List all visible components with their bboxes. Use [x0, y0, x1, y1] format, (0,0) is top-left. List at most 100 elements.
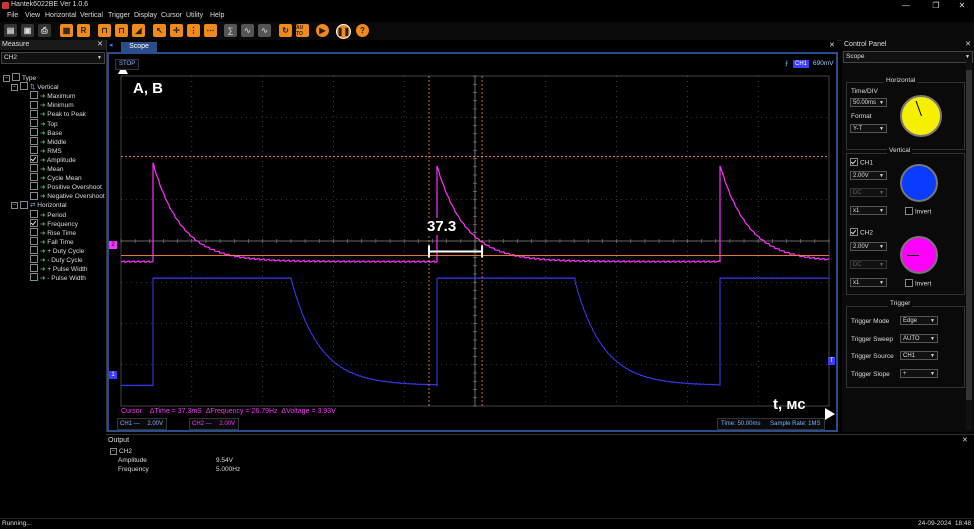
measure-checkbox[interactable] — [30, 173, 38, 182]
ch1-invert-checkbox[interactable] — [905, 207, 913, 215]
cross-cursor-icon[interactable]: ✛ — [170, 24, 183, 37]
ch2-coupling-select[interactable]: DC ▼ — [850, 260, 887, 269]
measure-checkbox[interactable] — [30, 227, 38, 236]
measure-item[interactable]: ➜ Negative Overshoot — [30, 191, 105, 201]
horizontal-cursor-icon[interactable]: ⋯ — [204, 24, 217, 37]
pulse-negative-icon[interactable]: ⊓ — [115, 24, 128, 37]
control-panel-scrollbar[interactable] — [966, 62, 972, 430]
measure-item[interactable]: ➜ + Pulse Width — [30, 264, 88, 274]
collapse-icon[interactable]: − — [110, 448, 117, 455]
reference-button[interactable]: R — [77, 24, 90, 37]
measure-checkbox[interactable] — [30, 273, 38, 282]
collapse-icon[interactable]: − — [11, 83, 18, 91]
time-div-select[interactable]: 50.00ms ▼ — [850, 98, 887, 107]
trigger-level-marker[interactable]: T — [828, 357, 835, 365]
save-icon[interactable]: ▣ — [21, 24, 34, 37]
trigger-mode-select[interactable]: Edge ▼ — [900, 316, 938, 325]
scrollbar-thumb[interactable] — [966, 70, 972, 400]
measure-checkbox[interactable] — [30, 164, 38, 173]
ch1-invert[interactable]: Invert — [905, 207, 931, 216]
waveform-display[interactable] — [109, 54, 836, 430]
menu-trigger[interactable]: Trigger — [108, 12, 130, 19]
ch2-ground-marker[interactable]: 2 — [109, 241, 117, 249]
maximize-button[interactable]: ❐ — [926, 0, 946, 11]
menu-vertical[interactable]: Vertical — [80, 12, 103, 19]
math-icon[interactable]: ∑ — [224, 24, 237, 37]
ch2-volts-select[interactable]: 2.00V ▼ — [850, 242, 887, 251]
print-icon[interactable]: ⎙ — [38, 24, 51, 37]
measure-checkbox[interactable] — [30, 155, 38, 164]
measure-checkbox[interactable] — [30, 182, 38, 191]
ch2-invert[interactable]: Invert — [905, 279, 931, 288]
ch2-checkbox[interactable] — [850, 228, 858, 236]
close-button[interactable]: ✕ — [952, 0, 972, 11]
trigger-slope-select[interactable]: + ▼ — [900, 369, 938, 378]
run-icon[interactable]: ▶ — [316, 24, 329, 37]
output-channel-node[interactable]: − CH2 — [110, 448, 132, 455]
measure-checkbox[interactable] — [30, 237, 38, 246]
trigger-sweep-select[interactable]: AUTO ▼ — [900, 334, 938, 343]
menu-utility[interactable]: Utility — [186, 12, 203, 19]
tree-checkbox[interactable] — [12, 73, 20, 82]
measure-item[interactable]: ➜ - Pulse Width — [30, 273, 86, 283]
tree-node-horizontal[interactable]: − ⇄ Horizontal — [11, 200, 67, 210]
ch1-volts-knob[interactable] — [900, 164, 938, 202]
tree-checkbox[interactable] — [20, 200, 28, 209]
menu-view[interactable]: View — [25, 12, 40, 19]
output-close-icon[interactable]: ✕ — [962, 436, 968, 444]
ch1-coupling-select[interactable]: DC ▼ — [850, 188, 887, 197]
menu-file[interactable]: File — [7, 12, 18, 19]
refresh-icon[interactable]: ↻ — [279, 24, 292, 37]
measure-checkbox[interactable] — [30, 136, 38, 145]
open-icon[interactable]: ▤ — [4, 24, 17, 37]
ch2-probe-select[interactable]: x1 ▼ — [850, 278, 887, 287]
measure-item[interactable]: ➜ Peak to Peak — [30, 109, 86, 119]
ch1-enable[interactable]: CH1 — [850, 158, 873, 167]
measure-checkbox[interactable] — [30, 246, 38, 255]
measure-checkbox[interactable] — [30, 118, 38, 127]
measure-checkbox[interactable] — [30, 109, 38, 118]
tree-checkbox[interactable] — [20, 82, 28, 91]
pointer-icon[interactable]: ↖ — [153, 24, 166, 37]
measure-checkbox[interactable] — [30, 218, 38, 227]
ch1-ground-marker[interactable]: 1 — [109, 371, 117, 379]
pause-icon[interactable]: ❚❚ — [336, 24, 351, 39]
measure-checkbox[interactable] — [30, 255, 38, 264]
trigger-source-select[interactable]: CH1 ▼ — [900, 351, 938, 360]
ramp-icon[interactable]: ◢ — [132, 24, 145, 37]
ch1-probe-select[interactable]: x1 ▼ — [850, 206, 887, 215]
scope-close-icon[interactable]: ✕ — [829, 41, 835, 49]
timebase-knob[interactable] — [900, 95, 942, 137]
measure-checkbox[interactable] — [30, 264, 38, 273]
format-select[interactable]: Y-T ▼ — [850, 124, 887, 133]
menu-help[interactable]: Help — [210, 12, 224, 19]
pulse-positive-icon[interactable]: ⊓ — [98, 24, 111, 37]
collapse-icon[interactable]: − — [3, 74, 10, 82]
minimize-button[interactable]: — — [896, 0, 916, 11]
measure-checkbox[interactable] — [30, 146, 38, 155]
ch2-invert-checkbox[interactable] — [905, 279, 913, 287]
measure-checkbox[interactable] — [30, 100, 38, 109]
mode-select[interactable]: Scope ▼ — [843, 51, 973, 63]
measure-checkbox[interactable] — [30, 127, 38, 136]
measure-close-icon[interactable]: ✕ — [97, 40, 103, 50]
ch1-volts-select[interactable]: 2.00V ▼ — [850, 171, 887, 180]
measure-channel-select[interactable]: CH2 ▼ — [1, 52, 105, 64]
measure-checkbox[interactable] — [30, 191, 38, 200]
menu-cursor[interactable]: Cursor — [161, 12, 182, 19]
ch2-enable[interactable]: CH2 — [850, 228, 873, 237]
grid-settings-icon[interactable]: ▦ — [60, 24, 73, 37]
control-panel-close-icon[interactable]: ✕ — [965, 40, 971, 50]
measure-item[interactable]: ➜ Positive Overshoot — [30, 182, 102, 192]
help-button[interactable]: ? — [356, 24, 369, 37]
collapse-icon[interactable]: − — [11, 202, 18, 210]
menu-horizontal[interactable]: Horizontal — [45, 12, 77, 19]
waveform-icon[interactable]: ∿ — [258, 24, 271, 37]
ch1-checkbox[interactable] — [850, 158, 858, 166]
auto-button[interactable]: AU TO — [296, 24, 309, 37]
fft-icon[interactable]: ∿ — [241, 24, 254, 37]
menu-display[interactable]: Display — [134, 12, 157, 19]
tab-scope[interactable]: Scope — [121, 42, 157, 52]
measure-checkbox[interactable] — [30, 91, 38, 100]
ch2-volts-knob[interactable] — [900, 236, 938, 274]
